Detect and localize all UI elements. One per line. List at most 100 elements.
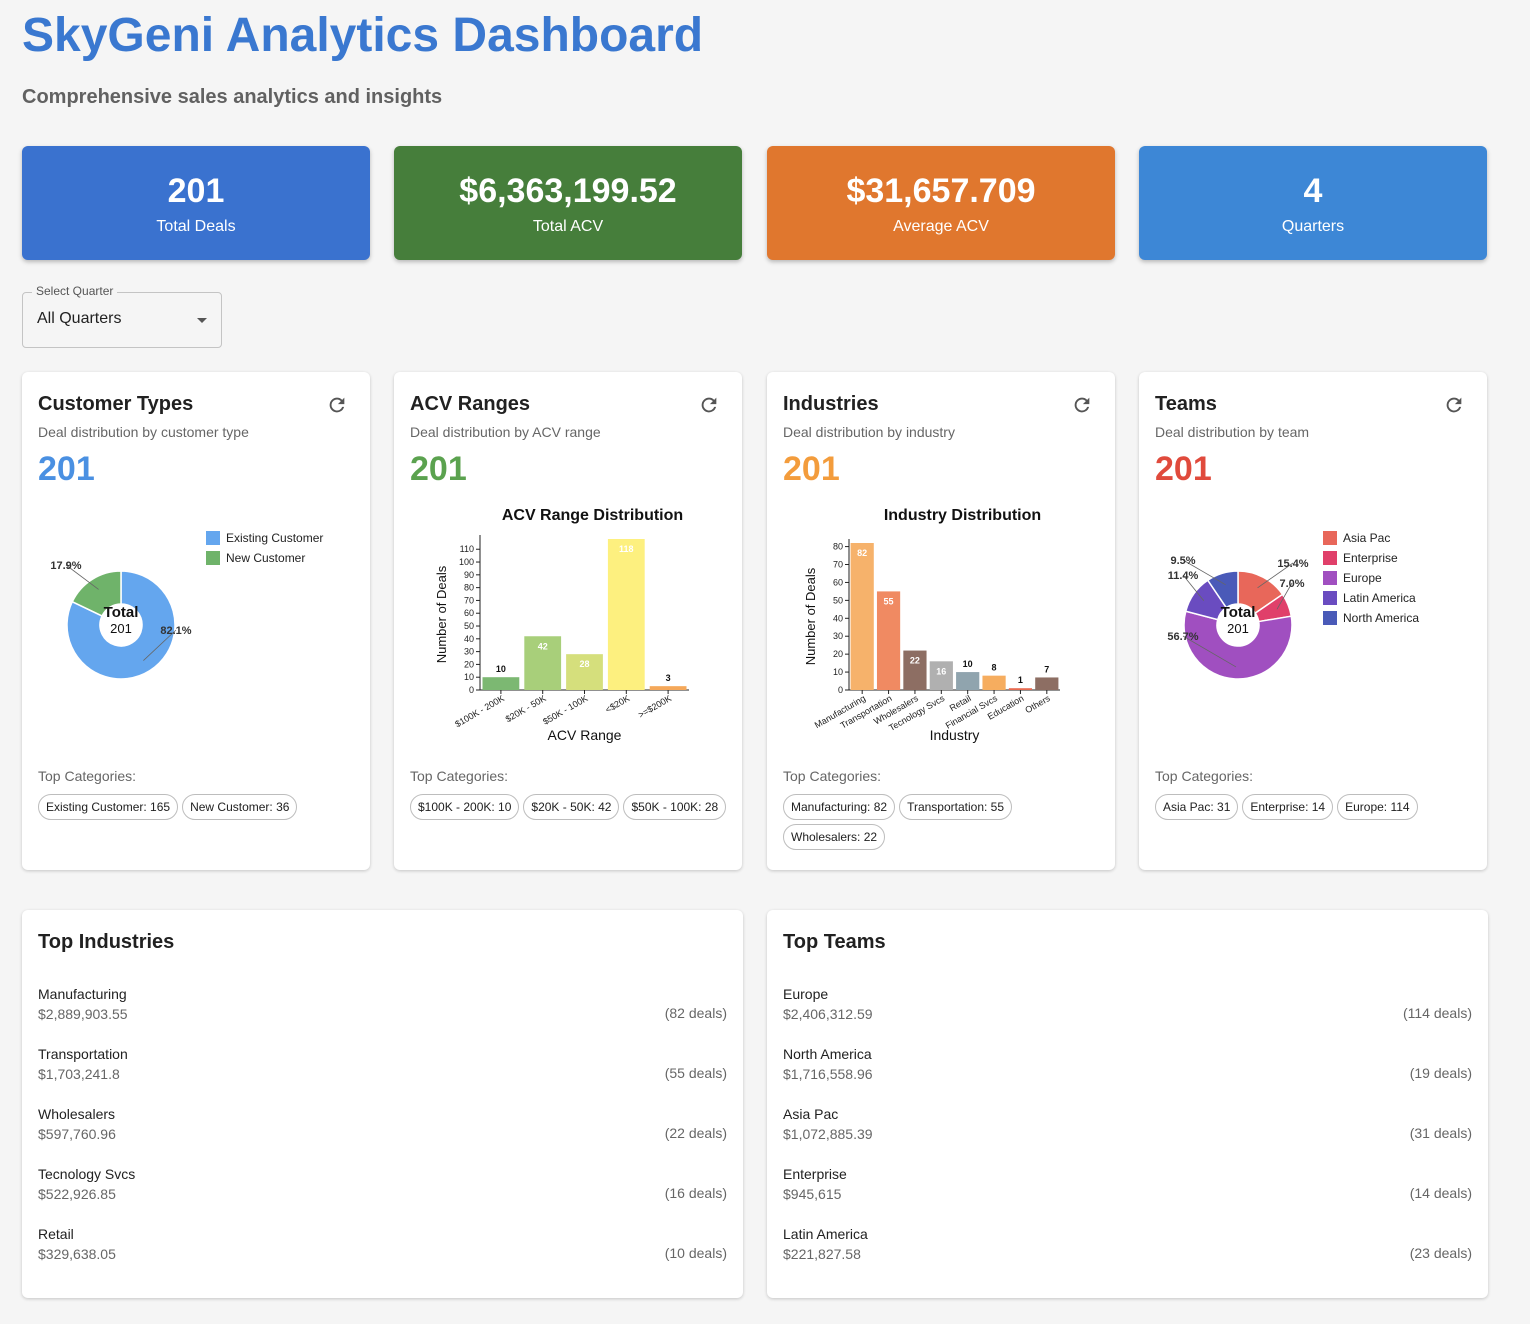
bar-value-label: 55 xyxy=(884,596,894,606)
legend-swatch xyxy=(1323,591,1337,605)
legend-swatch xyxy=(206,531,220,545)
item-deal-count: (23 deals) xyxy=(1409,1245,1472,1261)
top-categories-label: Top Categories: xyxy=(783,768,882,784)
category-chip: Wholesalers: 22 xyxy=(783,824,886,850)
item-deal-count: (16 deals) xyxy=(664,1185,727,1201)
item-deal-count: (22 deals) xyxy=(664,1125,727,1141)
bar-value-label: 1 xyxy=(1018,675,1023,685)
card-description: Deal distribution by ACV range xyxy=(410,424,601,440)
y-tick-label: 50 xyxy=(833,595,843,605)
legend-label: Asia Pac xyxy=(1343,531,1390,545)
legend-swatch xyxy=(206,551,220,565)
item-amount: $1,072,885.39 xyxy=(783,1126,873,1142)
y-axis-label: Number of Deals xyxy=(434,565,449,663)
slice-percent-label: 15.4% xyxy=(1277,558,1308,570)
bar-value-label: 22 xyxy=(910,656,920,666)
bar-value-label: 8 xyxy=(992,663,997,673)
acv-range-bar-chart: ACV Range Distribution 0 10 20 30 40 50 60 70 80 9… xyxy=(434,507,689,743)
list-item: Transportation $1,703,241.8 (55 deals) xyxy=(38,1045,727,1105)
item-deal-count: (114 deals) xyxy=(1402,1005,1472,1021)
stat-card-total-deals: 201 Total Deals xyxy=(22,146,370,260)
bar xyxy=(982,675,1006,690)
item-name: Enterprise xyxy=(783,1166,847,1182)
bar-value-label: 42 xyxy=(538,641,548,651)
quarter-select[interactable]: All Quarters xyxy=(22,292,222,348)
stat-value: $31,657.709 xyxy=(846,172,1036,210)
stat-value: 4 xyxy=(1303,172,1323,210)
x-tick-label: $100K - 200K xyxy=(453,693,506,729)
page-subtitle: Comprehensive sales analytics and insigh… xyxy=(22,86,443,108)
legend-swatch xyxy=(1323,531,1337,545)
category-chip: $20K - 50K: 42 xyxy=(523,794,620,820)
card-total: 201 xyxy=(783,450,840,488)
chart-title: Industry Distribution xyxy=(884,507,1041,524)
chip-list: Existing Customer: 165 New Customer: 36 xyxy=(38,794,358,820)
top-industries-panel: Top Industries Manufacturing $2,889,903.… xyxy=(22,910,743,1298)
top-categories-label: Top Categories: xyxy=(410,768,509,784)
item-name: North America xyxy=(783,1046,872,1062)
legend-label: New Customer xyxy=(226,551,305,565)
refresh-icon[interactable] xyxy=(698,394,720,416)
item-name: Transportation xyxy=(38,1046,128,1062)
x-tick-label: <$20K xyxy=(604,693,632,715)
list-item: Wholesalers $597,760.96 (22 deals) xyxy=(38,1105,727,1165)
donut-center-label: Total xyxy=(1221,604,1256,621)
refresh-icon[interactable] xyxy=(1071,394,1093,416)
stat-label: Total ACV xyxy=(532,218,604,235)
y-tick-label: 30 xyxy=(464,647,474,657)
y-tick-label: 30 xyxy=(833,631,843,641)
bar-value-label: 16 xyxy=(936,666,946,676)
slice-percent-label: 7.0% xyxy=(1279,578,1304,590)
chip-list: $100K - 200K: 10 $20K - 50K: 42 $50K - 1… xyxy=(410,794,730,820)
slice-percent-label: 11.4% xyxy=(1168,570,1199,582)
donut-center-value: 201 xyxy=(110,621,132,636)
quarter-select-value: All Quarters xyxy=(37,310,122,327)
chart-title: ACV Range Distribution xyxy=(502,507,683,524)
refresh-icon[interactable] xyxy=(326,394,348,416)
y-tick-label: 90 xyxy=(464,570,474,580)
card-description: Deal distribution by industry xyxy=(783,424,955,440)
item-name: Tecnology Svcs xyxy=(38,1166,136,1182)
list-item: Enterprise $945,615 (14 deals) xyxy=(783,1165,1472,1225)
legend-label: North America xyxy=(1343,611,1419,625)
category-chip: Transportation: 55 xyxy=(899,794,1013,820)
y-axis-label: Number of Deals xyxy=(803,567,818,665)
y-tick-label: 100 xyxy=(459,557,474,567)
list-item: Latin America $221,827.58 (23 deals) xyxy=(783,1225,1472,1285)
category-chip: Manufacturing: 82 xyxy=(783,794,896,820)
item-amount: $329,638.05 xyxy=(38,1246,116,1262)
card-description: Deal distribution by customer type xyxy=(38,424,249,440)
y-tick-label: 40 xyxy=(464,634,474,644)
card-title: Industries xyxy=(783,393,879,415)
item-amount: $1,716,558.96 xyxy=(783,1066,873,1082)
y-tick-label: 110 xyxy=(460,544,474,554)
bar xyxy=(482,677,520,690)
item-deal-count: (19 deals) xyxy=(1409,1065,1472,1081)
y-tick-label: 60 xyxy=(464,608,474,618)
item-amount: $945,615 xyxy=(783,1186,842,1202)
y-tick-label: 80 xyxy=(464,583,474,593)
bar xyxy=(956,672,980,690)
y-tick-label: 70 xyxy=(833,560,843,570)
card-title: ACV Ranges xyxy=(410,393,531,415)
panel-title: Top Industries xyxy=(38,931,175,953)
legend-swatch xyxy=(1323,611,1337,625)
card-title: Customer Types xyxy=(38,393,194,415)
legend-swatch xyxy=(1323,551,1337,565)
bar xyxy=(850,543,874,690)
item-name: Europe xyxy=(783,986,829,1002)
list-item: Retail $329,638.05 (10 deals) xyxy=(38,1225,727,1285)
donut-center-value: 201 xyxy=(1227,621,1249,636)
stat-value: 201 xyxy=(167,172,225,210)
list-item: North America $1,716,558.96 (19 deals) xyxy=(783,1045,1472,1105)
legend-label: Existing Customer xyxy=(226,531,323,545)
slice-percent-label: 17.9% xyxy=(50,560,81,572)
stat-card-average-acv: $31,657.709 Average ACV xyxy=(767,146,1115,260)
customer-types-pie-chart: 82.1% 17.9% Total201 Existing Customer New C… xyxy=(50,531,323,680)
bar-value-label: 7 xyxy=(1044,664,1049,674)
top-categories-label: Top Categories: xyxy=(38,768,137,784)
y-tick-label: 70 xyxy=(464,595,474,605)
bar-value-label: 118 xyxy=(619,544,634,554)
refresh-icon[interactable] xyxy=(1443,394,1465,416)
x-axis-label: ACV Range xyxy=(548,727,622,743)
